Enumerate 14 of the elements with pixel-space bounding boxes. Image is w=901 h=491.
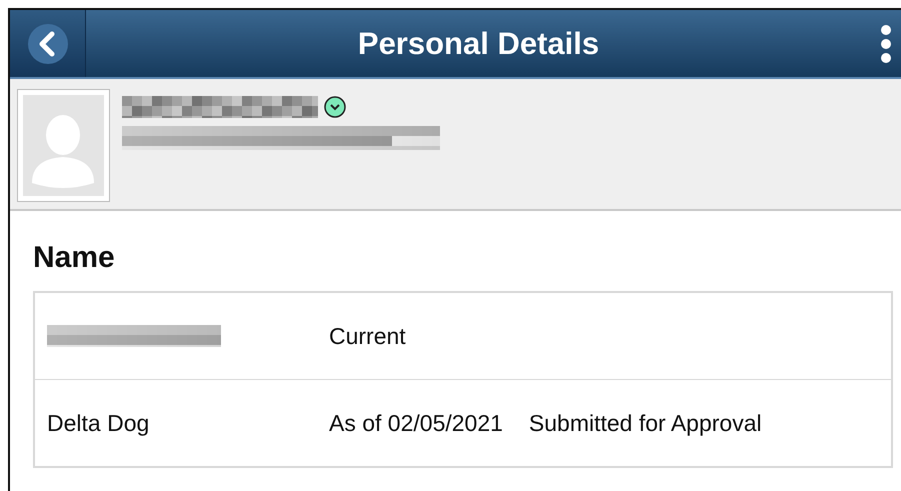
name-row[interactable]: Delta Dog As of 02/05/2021 Submitted for Approval bbox=[35, 379, 891, 466]
expand-button[interactable] bbox=[324, 96, 346, 118]
page-title: Personal Details bbox=[356, 26, 600, 62]
approval-status-text: Submitted for Approval bbox=[528, 410, 762, 436]
chevron-icon bbox=[324, 96, 346, 118]
name-row[interactable]: Current bbox=[35, 292, 891, 379]
back-button[interactable] bbox=[26, 22, 68, 64]
avatar-placeholder-icon bbox=[23, 95, 104, 196]
name-text: Delta Dog bbox=[47, 410, 150, 436]
back-icon bbox=[26, 22, 68, 64]
more-icon bbox=[880, 24, 892, 64]
status-text: Current bbox=[329, 322, 406, 350]
section-title: Name bbox=[33, 241, 116, 275]
status-text: As of 02/05/2021 bbox=[329, 410, 503, 436]
